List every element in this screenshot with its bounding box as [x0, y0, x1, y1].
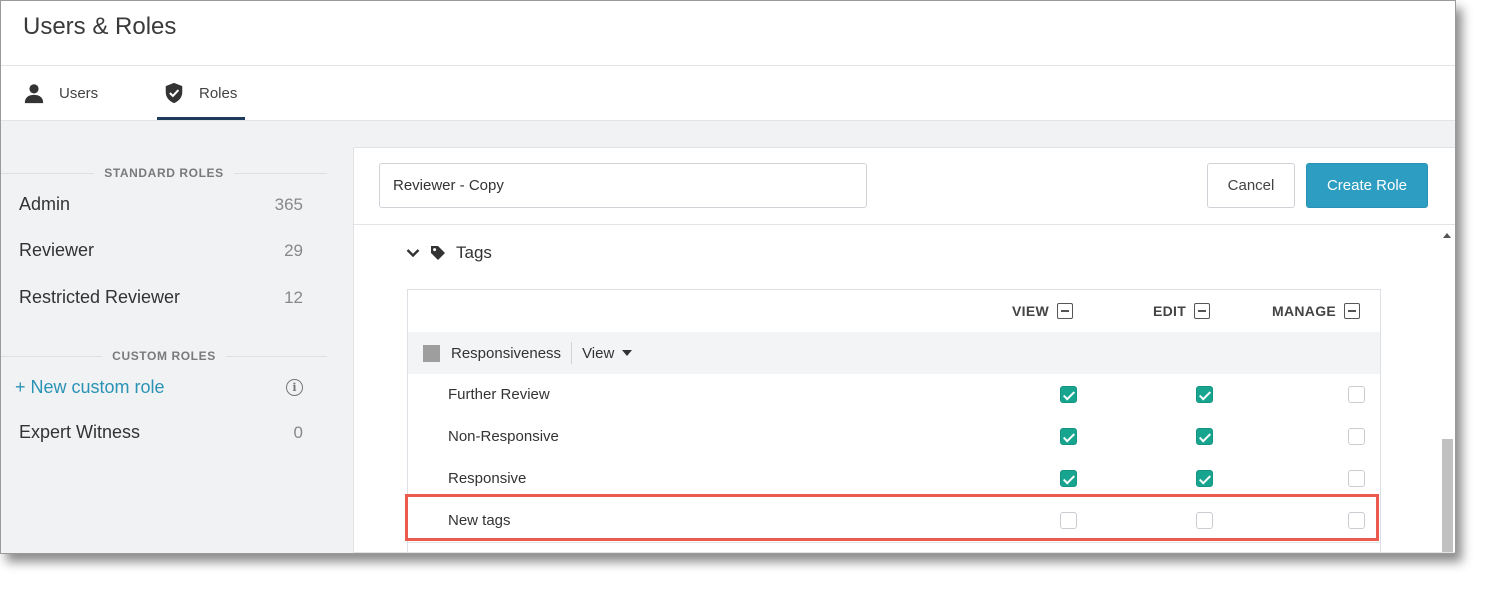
- role-item-restricted-reviewer[interactable]: Restricted Reviewer 12: [19, 287, 303, 308]
- app-window: Users & Roles Users Roles STANDARD ROLES…: [0, 0, 1456, 554]
- tab-roles[interactable]: Roles: [157, 66, 246, 120]
- role-item-reviewer[interactable]: Reviewer 29: [19, 240, 303, 261]
- divider: [571, 342, 573, 364]
- manage-checkbox[interactable]: [1348, 470, 1365, 487]
- table-row: Further Review: [408, 374, 1380, 417]
- edit-checkbox[interactable]: [1196, 470, 1213, 487]
- scroll-up-arrow-icon[interactable]: [1443, 233, 1451, 238]
- person-icon: [24, 84, 44, 104]
- view-checkbox[interactable]: [1060, 470, 1077, 487]
- role-count: 12: [284, 287, 303, 307]
- tag-name: Responsive: [448, 470, 527, 487]
- permissions-table-header: VIEW EDIT MANAGE: [408, 290, 1380, 333]
- role-name-input[interactable]: [379, 163, 867, 208]
- role-item-admin[interactable]: Admin 365: [19, 194, 303, 215]
- role-item-expert-witness[interactable]: Expert Witness 0: [19, 422, 303, 443]
- view-checkbox[interactable]: [1060, 428, 1077, 445]
- manage-toggle-all-checkbox[interactable]: [1344, 303, 1361, 319]
- role-name: Restricted Reviewer: [19, 287, 181, 307]
- edit-checkbox[interactable]: [1196, 512, 1213, 529]
- page-title: Users & Roles: [23, 13, 177, 40]
- column-view: VIEW: [1012, 290, 1073, 332]
- cancel-button[interactable]: Cancel: [1207, 163, 1295, 208]
- manage-checkbox[interactable]: [1348, 386, 1365, 403]
- group-color-swatch: [423, 344, 440, 362]
- permissions-table: VIEW EDIT MANAGE Responsiveness View Fur…: [407, 289, 1381, 553]
- tag-name: Further Review: [448, 386, 550, 403]
- column-edit: EDIT: [1153, 290, 1211, 332]
- role-count: 0: [293, 422, 303, 442]
- view-toggle-all-checkbox[interactable]: [1056, 303, 1073, 319]
- tab-roles-label: Roles: [199, 84, 238, 102]
- role-name: Expert Witness: [19, 422, 141, 442]
- table-row: Responsive: [408, 458, 1380, 501]
- tag-name: New tags: [448, 512, 511, 529]
- manage-checkbox[interactable]: [1348, 428, 1365, 445]
- tag-group-row: Responsiveness View: [408, 332, 1380, 375]
- role-count: 29: [284, 240, 303, 260]
- role-name: Reviewer: [19, 240, 95, 260]
- chevron-down-icon: [406, 249, 420, 258]
- column-manage: MANAGE: [1272, 290, 1361, 332]
- tags-section-toggle[interactable]: Tags: [406, 243, 492, 263]
- shield-icon: [165, 82, 183, 104]
- roles-sidebar: STANDARD ROLES Admin 365 Reviewer 29 Res…: [1, 121, 331, 553]
- edit-checkbox[interactable]: [1196, 428, 1213, 445]
- standard-roles-heading: STANDARD ROLES: [1, 166, 327, 180]
- scrollbar-thumb[interactable]: [1442, 439, 1453, 552]
- tab-users-label: Users: [59, 84, 99, 102]
- group-permission-dropdown[interactable]: View: [582, 344, 633, 362]
- role-count: 365: [274, 194, 303, 214]
- table-row: New tags: [408, 500, 1380, 543]
- manage-checkbox[interactable]: [1348, 512, 1365, 529]
- custom-roles-heading: CUSTOM ROLES: [1, 349, 327, 363]
- tag-name: Non-Responsive: [448, 428, 559, 445]
- table-row: Non-Responsive: [408, 416, 1380, 459]
- header: Users & Roles: [1, 1, 1455, 66]
- create-role-button[interactable]: Create Role: [1306, 163, 1428, 208]
- new-custom-role-link[interactable]: + New custom role i: [15, 377, 303, 398]
- tag-icon: [431, 246, 445, 260]
- vertical-scrollbar[interactable]: [1440, 227, 1454, 552]
- permissions-body: Tags VIEW EDIT MANAGE Responsiveness Vie…: [354, 225, 1455, 553]
- role-name: Admin: [19, 194, 71, 214]
- role-editor-panel: Cancel Create Role Tags VIEW: [353, 147, 1455, 553]
- group-permission-value: View: [582, 344, 615, 362]
- tab-users[interactable]: Users: [23, 66, 104, 120]
- edit-toggle-all-checkbox[interactable]: [1194, 303, 1211, 319]
- role-editor-header: Cancel Create Role: [354, 148, 1455, 225]
- new-custom-role-label: + New custom role: [15, 377, 165, 397]
- info-icon[interactable]: i: [286, 379, 303, 396]
- edit-checkbox[interactable]: [1196, 386, 1213, 403]
- group-name: Responsiveness: [451, 344, 562, 362]
- tags-section-label: Tags: [456, 243, 492, 262]
- caret-down-icon: [622, 350, 633, 356]
- tab-bar: Users Roles: [1, 66, 1455, 121]
- view-checkbox[interactable]: [1060, 512, 1077, 529]
- view-checkbox[interactable]: [1060, 386, 1077, 403]
